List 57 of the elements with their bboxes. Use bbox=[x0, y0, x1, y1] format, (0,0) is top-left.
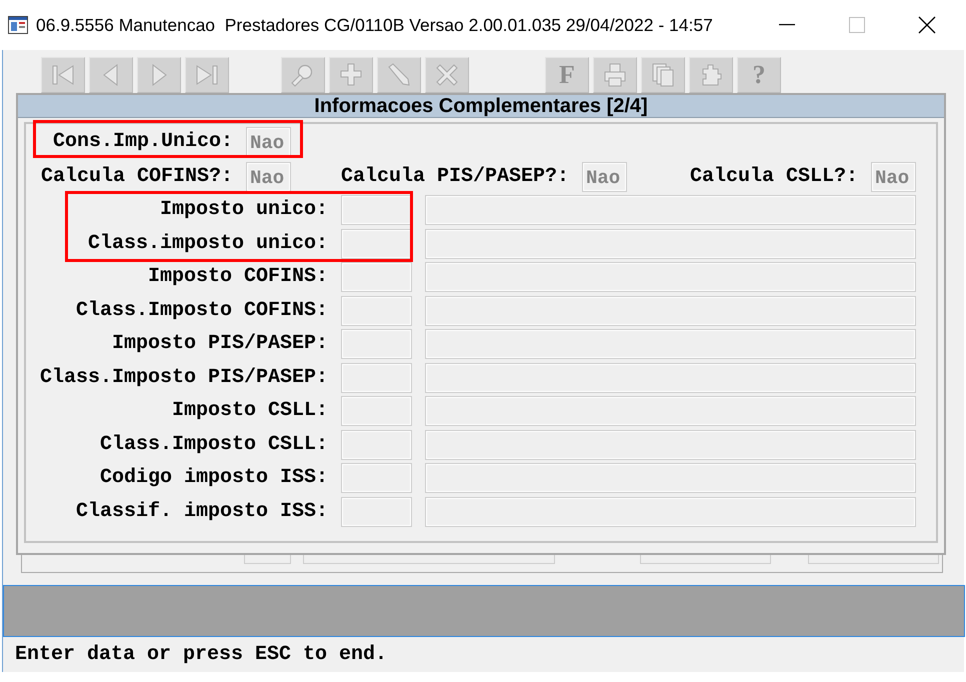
field-label: Calcula CSLL?: bbox=[688, 167, 858, 187]
input-field[interactable] bbox=[244, 555, 291, 564]
code-input-field[interactable] bbox=[341, 463, 412, 493]
search-icon bbox=[291, 63, 315, 87]
field-label: Class.Imposto COFINS: bbox=[74, 300, 328, 320]
description-input-field[interactable] bbox=[425, 329, 916, 359]
field-label: Codigo imposto ISS: bbox=[98, 468, 328, 488]
plus-icon bbox=[339, 63, 363, 87]
maximize-icon bbox=[849, 17, 865, 33]
option-field[interactable]: Nao bbox=[582, 162, 627, 192]
description-input-field[interactable] bbox=[425, 195, 916, 225]
code-input-field[interactable] bbox=[341, 396, 412, 426]
code-input-field[interactable] bbox=[341, 329, 412, 359]
field-label: Classif. imposto ISS: bbox=[74, 502, 328, 522]
description-input-field[interactable] bbox=[425, 396, 916, 426]
printer-icon bbox=[603, 63, 627, 87]
code-input-field[interactable] bbox=[341, 296, 412, 326]
description-input-field[interactable] bbox=[425, 296, 916, 326]
description-input-field[interactable] bbox=[425, 228, 916, 258]
field-label: Class.Imposto PIS/PASEP: bbox=[38, 368, 328, 388]
app-window-icon bbox=[8, 15, 28, 35]
input-field[interactable] bbox=[640, 555, 771, 564]
code-input-field[interactable] bbox=[341, 496, 412, 526]
option-field[interactable]: Nao bbox=[871, 162, 916, 192]
description-input-field[interactable] bbox=[425, 430, 916, 460]
field-label: Calcula COFINS?: bbox=[40, 167, 233, 187]
code-input-field[interactable] bbox=[341, 362, 412, 392]
option-field[interactable]: Nao bbox=[246, 162, 291, 192]
cross-icon bbox=[435, 63, 459, 87]
description-input-field[interactable] bbox=[425, 362, 916, 392]
minimize-icon bbox=[779, 24, 795, 26]
skip-back-icon bbox=[51, 63, 75, 87]
documents-icon bbox=[651, 63, 675, 87]
field-label: Imposto PIS/PASEP: bbox=[110, 334, 328, 354]
description-input-field[interactable] bbox=[425, 496, 916, 526]
window-title: 06.9.5556 Manutencao Prestadores CG/0110B Versao 2.00.01.035 29/04/2022 - 14:57 bbox=[36, 14, 713, 37]
code-input-field[interactable] bbox=[341, 262, 412, 292]
field-label: Imposto COFINS: bbox=[146, 267, 328, 287]
field-label: Class.imposto unico: bbox=[86, 234, 328, 254]
dialog-title: Informacoes Complementares [2/4] bbox=[18, 95, 944, 118]
pencil-icon bbox=[387, 63, 411, 87]
status-text: Enter data or press ESC to end. bbox=[15, 645, 388, 665]
code-input-field[interactable] bbox=[341, 228, 412, 258]
description-input-field[interactable] bbox=[425, 262, 916, 292]
description-input-field[interactable] bbox=[425, 463, 916, 493]
code-input-field[interactable] bbox=[341, 430, 412, 460]
code-input-field[interactable] bbox=[341, 195, 412, 225]
field-label: Class.Imposto CSLL: bbox=[98, 434, 328, 454]
field-label: Cons.Imp.Unico: bbox=[52, 132, 233, 152]
field-label: Imposto unico: bbox=[158, 200, 328, 220]
input-field[interactable] bbox=[808, 555, 939, 564]
input-field[interactable] bbox=[303, 555, 555, 564]
option-field[interactable]: Nao bbox=[246, 127, 291, 157]
field-label: Calcula PIS/PASEP?: bbox=[340, 167, 569, 187]
field-label: Imposto CSLL: bbox=[170, 401, 328, 421]
skip-forward-icon bbox=[195, 63, 219, 87]
close-icon bbox=[918, 16, 936, 34]
